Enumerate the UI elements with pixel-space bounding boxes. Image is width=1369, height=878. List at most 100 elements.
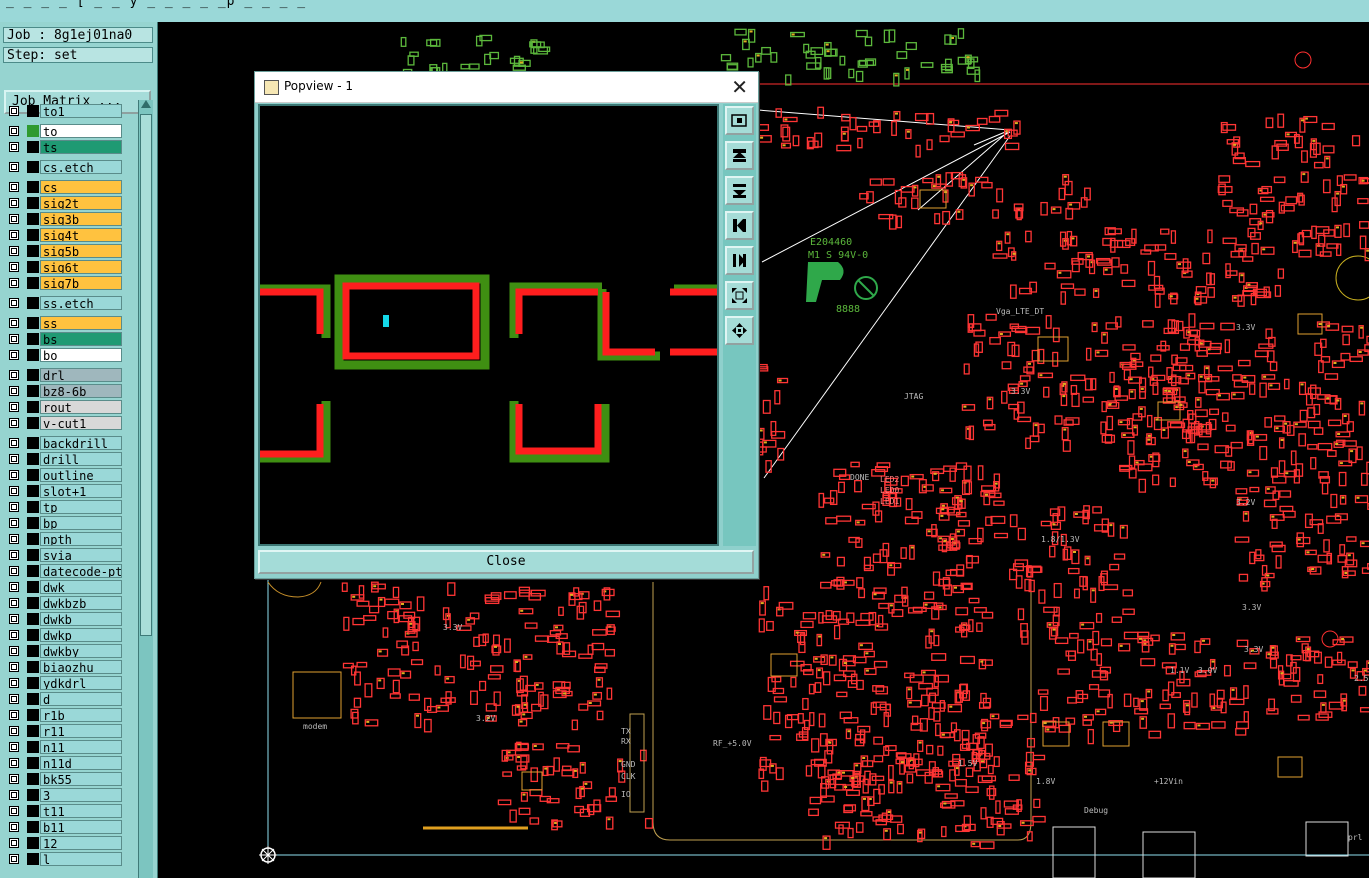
layer-checkbox[interactable]	[9, 630, 19, 640]
layer-checkbox[interactable]	[9, 806, 19, 816]
layer-name[interactable]: backdrill	[40, 436, 122, 450]
layer-checkbox[interactable]	[9, 758, 19, 768]
layer-checkbox[interactable]	[9, 550, 19, 560]
layer-checkbox[interactable]	[9, 486, 19, 496]
pan-right-button[interactable]	[725, 246, 754, 275]
layer-checkbox[interactable]	[9, 214, 19, 224]
layer-checkbox[interactable]	[9, 534, 19, 544]
layer-row[interactable]: v-cut1	[3, 416, 127, 430]
layer-name[interactable]: v-cut1	[40, 416, 122, 430]
layer-row[interactable]: dwkbzb	[3, 596, 127, 610]
layer-checkbox[interactable]	[9, 162, 19, 172]
layer-checkbox[interactable]	[9, 502, 19, 512]
layer-name[interactable]: b11	[40, 820, 122, 834]
layer-checkbox[interactable]	[9, 646, 19, 656]
layer-row[interactable]: d	[3, 692, 127, 706]
layer-row[interactable]: cs.etch	[3, 160, 127, 174]
layer-checkbox[interactable]	[9, 278, 19, 288]
layer-row[interactable]: ss.etch	[3, 296, 127, 310]
layer-checkbox[interactable]	[9, 106, 19, 116]
layer-row[interactable]: to	[3, 124, 127, 138]
layer-name[interactable]: ss	[40, 316, 122, 330]
layer-row[interactable]: 3	[3, 788, 127, 802]
layer-row[interactable]: npth	[3, 532, 127, 546]
layer-row[interactable]: ss	[3, 316, 127, 330]
layer-row[interactable]: b11	[3, 820, 127, 834]
layer-checkbox[interactable]	[9, 614, 19, 624]
layer-name[interactable]: drill	[40, 452, 122, 466]
layer-name[interactable]: r11	[40, 724, 122, 738]
layer-row[interactable]: sig2t	[3, 196, 127, 210]
layer-checkbox[interactable]	[9, 230, 19, 240]
layer-checkbox[interactable]	[9, 822, 19, 832]
scroll-up-icon[interactable]	[141, 100, 151, 108]
layer-row[interactable]: sig5b	[3, 244, 127, 258]
layer-row[interactable]: r1b	[3, 708, 127, 722]
layer-row[interactable]: bs	[3, 332, 127, 346]
layer-row[interactable]: drill	[3, 452, 127, 466]
layer-name[interactable]: dwk	[40, 580, 122, 594]
layer-checkbox[interactable]	[9, 370, 19, 380]
layer-name[interactable]: ydkdrl	[40, 676, 122, 690]
layer-row[interactable]: dwkp	[3, 628, 127, 642]
layer-row[interactable]: bz8-6b	[3, 384, 127, 398]
layer-checkbox[interactable]	[9, 470, 19, 480]
layer-row[interactable]: sig4t	[3, 228, 127, 242]
layer-row[interactable]: outline	[3, 468, 127, 482]
layer-checkbox[interactable]	[9, 838, 19, 848]
popview-viewport[interactable]	[258, 104, 719, 546]
layer-name[interactable]: n11d	[40, 756, 122, 770]
layer-row[interactable]: bo	[3, 348, 127, 362]
layer-row[interactable]: t11	[3, 804, 127, 818]
layer-name[interactable]: bp	[40, 516, 122, 530]
layer-checkbox[interactable]	[9, 418, 19, 428]
layer-checkbox[interactable]	[9, 126, 19, 136]
layer-row[interactable]: dwkby	[3, 644, 127, 658]
layer-name[interactable]: n11	[40, 740, 122, 754]
layer-row[interactable]: dwk	[3, 580, 127, 594]
layer-row[interactable]: n11	[3, 740, 127, 754]
layer-name[interactable]: 3	[40, 788, 122, 802]
layer-checkbox[interactable]	[9, 182, 19, 192]
scroll-thumb[interactable]	[140, 114, 152, 636]
layer-name[interactable]: outline	[40, 468, 122, 482]
layer-name[interactable]: svia	[40, 548, 122, 562]
pan-down-button[interactable]	[725, 176, 754, 205]
layer-checkbox[interactable]	[9, 386, 19, 396]
popview-close-button[interactable]: Close	[258, 550, 754, 574]
layer-name[interactable]: drl	[40, 368, 122, 382]
layer-checkbox[interactable]	[9, 334, 19, 344]
layer-checkbox[interactable]	[9, 566, 19, 576]
pan-left-button[interactable]	[725, 211, 754, 240]
zoom-fit-button[interactable]	[725, 106, 754, 135]
layer-row[interactable]: backdrill	[3, 436, 127, 450]
layer-row[interactable]: l	[3, 852, 127, 866]
layer-name[interactable]: to1	[40, 104, 122, 118]
layer-checkbox[interactable]	[9, 318, 19, 328]
layer-name[interactable]: cs.etch	[40, 160, 122, 174]
close-icon[interactable]: ✕	[731, 75, 748, 99]
layer-checkbox[interactable]	[9, 710, 19, 720]
layer-name[interactable]: sig5b	[40, 244, 122, 258]
layer-name[interactable]: dwkp	[40, 628, 122, 642]
layer-row[interactable]: sig6t	[3, 260, 127, 274]
layer-row[interactable]: biaozhu	[3, 660, 127, 674]
layer-name[interactable]: 12	[40, 836, 122, 850]
pan-up-button[interactable]	[725, 141, 754, 170]
layer-name[interactable]: bs	[40, 332, 122, 346]
zoom-in-button[interactable]	[725, 316, 754, 345]
layer-checkbox[interactable]	[9, 142, 19, 152]
layer-row[interactable]: bp	[3, 516, 127, 530]
layer-row[interactable]: to1	[3, 104, 127, 118]
layer-name[interactable]: bz8-6b	[40, 384, 122, 398]
layer-checkbox[interactable]	[9, 678, 19, 688]
layer-name[interactable]: t11	[40, 804, 122, 818]
layer-name[interactable]: tp	[40, 500, 122, 514]
layer-list-scrollbar[interactable]	[138, 100, 153, 878]
layer-row[interactable]: cs	[3, 180, 127, 194]
layer-checkbox[interactable]	[9, 298, 19, 308]
layer-name[interactable]: biaozhu	[40, 660, 122, 674]
layer-row[interactable]: tp	[3, 500, 127, 514]
layer-checkbox[interactable]	[9, 774, 19, 784]
layer-row[interactable]: slot+1	[3, 484, 127, 498]
